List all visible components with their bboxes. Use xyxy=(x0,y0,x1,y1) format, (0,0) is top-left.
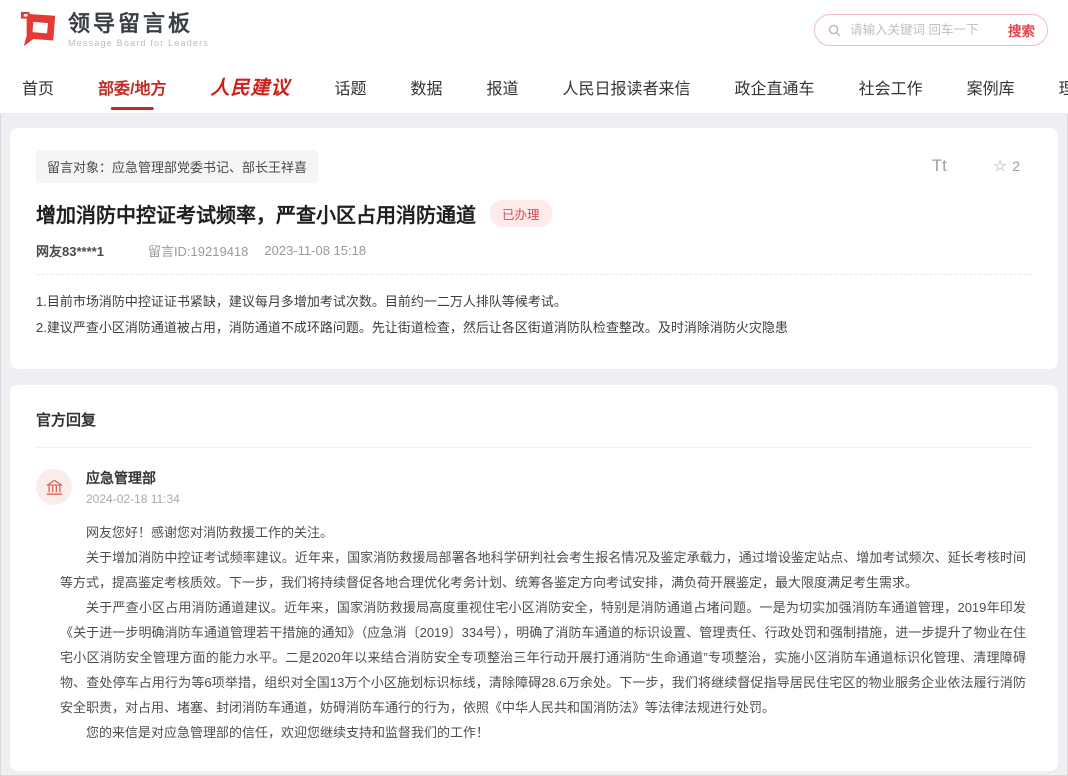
site-title: 领导留言板 xyxy=(68,12,209,36)
search-box: 搜索 xyxy=(814,14,1048,46)
message-card: 留言对象：应急管理部党委书记、部长王祥喜 Tt ☆ 2 增加消防中控证考试频率，… xyxy=(10,128,1058,369)
official-reply-card: 官方回复 应急管理部 2024-02-18 11:34 网友您好！感谢您对消防救… xyxy=(10,385,1058,771)
message-title: 增加消防中控证考试频率，严查小区占用消防通道 xyxy=(36,199,476,228)
nav-item-部委/地方[interactable]: 部委/地方 xyxy=(98,60,166,114)
search-input[interactable] xyxy=(850,23,1008,37)
reply-paragraph: 您的来信是对应急管理部的信任，欢迎您继续支持和监督我们的工作！ xyxy=(60,720,1026,745)
nav-item-人民日报读者来信[interactable]: 人民日报读者来信 xyxy=(563,60,691,114)
divider xyxy=(36,447,1032,448)
nav-item-案例库[interactable]: 案例库 xyxy=(967,60,1015,114)
nav-item-人民建议[interactable]: 人民建议 xyxy=(210,60,290,114)
nav-item-报道[interactable]: 报道 xyxy=(487,60,519,114)
site-subtitle: Message Board for Leaders xyxy=(68,38,209,48)
page-header: 领导留言板 Message Board for Leaders 搜索 xyxy=(0,0,1068,60)
divider xyxy=(36,274,1032,275)
message-body: 1.目前市场消防中控证证书紧缺，建议每月多增加考试次数。目前约一二万人排队等候考… xyxy=(36,289,1032,341)
message-target-tag: 留言对象：应急管理部党委书记、部长王祥喜 xyxy=(36,150,318,183)
message-author: 网友83****1 xyxy=(36,241,104,260)
nav-item-首页[interactable]: 首页 xyxy=(22,60,54,114)
message-id: 留言ID:19219418 xyxy=(148,241,248,260)
nav-item-数据[interactable]: 数据 xyxy=(411,60,443,114)
favorite-button[interactable]: ☆ 2 xyxy=(993,156,1020,176)
site-logo[interactable]: 领导留言板 Message Board for Leaders xyxy=(20,11,209,49)
reply-timestamp: 2024-02-18 11:34 xyxy=(86,492,180,506)
font-size-icon[interactable]: Tt xyxy=(932,156,947,176)
search-button[interactable]: 搜索 xyxy=(1008,20,1035,40)
main-content: 留言对象：应急管理部党委书记、部长王祥喜 Tt ☆ 2 增加消防中控证考试频率，… xyxy=(0,114,1068,771)
nav: 首页部委/地方人民建议话题数据报道人民日报读者来信政企直通车社会工作案例库理论 xyxy=(0,60,1068,114)
search-icon xyxy=(827,23,842,38)
logo-icon xyxy=(20,11,58,49)
institution-icon xyxy=(45,478,64,497)
reply-body: 网友您好！感谢您对消防救援工作的关注。关于增加消防中控证考试频率建议。近年来，国… xyxy=(60,520,1026,745)
message-paragraph: 2.建议严查小区消防通道被占用，消防通道不成环路问题。先让街道检查，然后让各区街… xyxy=(36,315,1032,341)
reply-section-title: 官方回复 xyxy=(36,409,1032,430)
agency-avatar xyxy=(36,469,72,505)
nav-item-社会工作[interactable]: 社会工作 xyxy=(859,60,923,114)
reply-agency-name: 应急管理部 xyxy=(86,468,180,488)
nav-item-理论[interactable]: 理论 xyxy=(1059,60,1068,114)
reply-paragraph: 关于增加消防中控证考试频率建议。近年来，国家消防救援局部署各地科学研判社会考生报… xyxy=(60,545,1026,595)
status-badge: 已办理 xyxy=(490,200,552,227)
star-icon: ☆ xyxy=(993,156,1007,176)
nav-item-政企直通车[interactable]: 政企直通车 xyxy=(735,60,815,114)
message-paragraph: 1.目前市场消防中控证证书紧缺，建议每月多增加考试次数。目前约一二万人排队等候考… xyxy=(36,289,1032,315)
reply-paragraph: 网友您好！感谢您对消防救援工作的关注。 xyxy=(60,520,1026,545)
message-timestamp: 2023-11-08 15:18 xyxy=(264,243,366,258)
nav-item-话题[interactable]: 话题 xyxy=(334,60,366,114)
favorite-count: 2 xyxy=(1012,158,1020,174)
reply-paragraph: 关于严查小区占用消防通道建议。近年来，国家消防救援局高度重视住宅小区消防安全，特… xyxy=(60,595,1026,720)
